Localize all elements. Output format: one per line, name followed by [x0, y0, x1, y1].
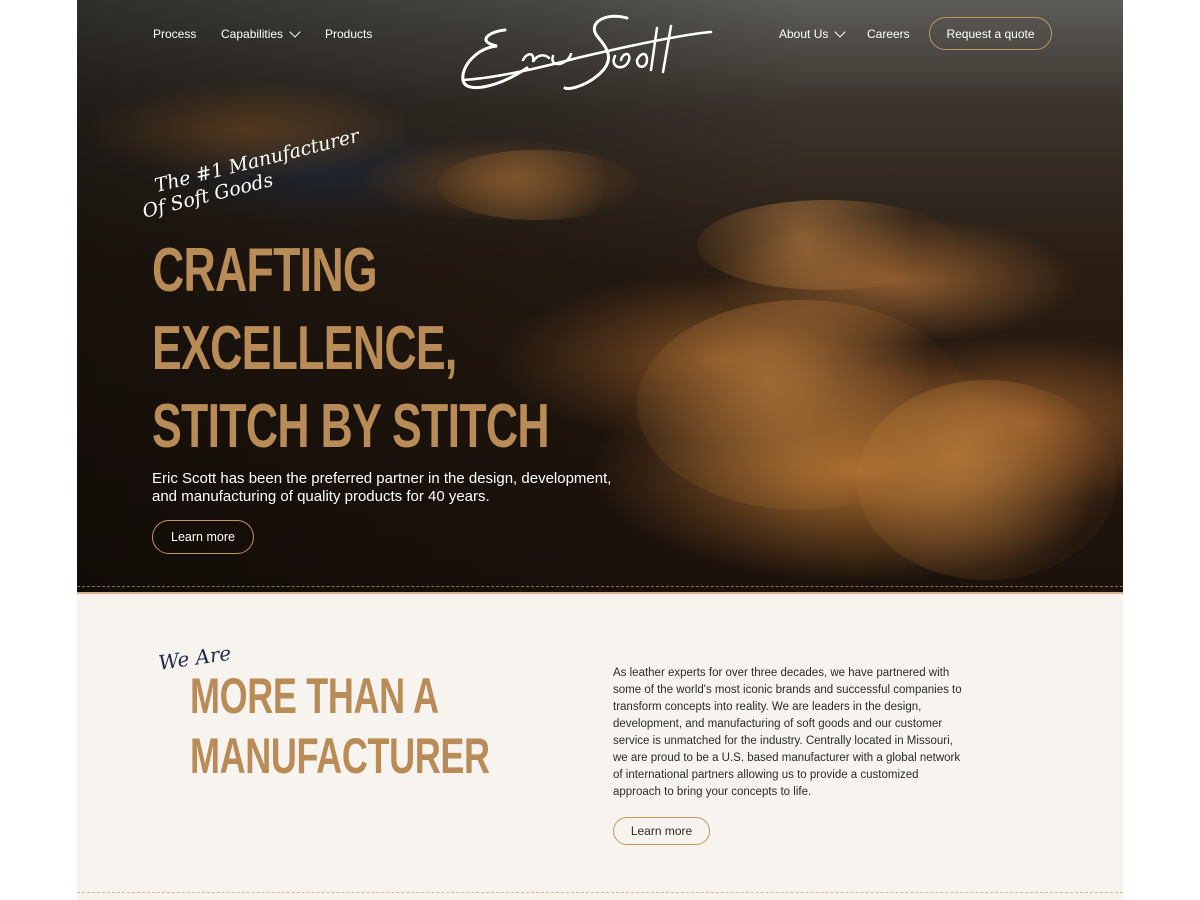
nav-process[interactable]: Process: [153, 27, 196, 41]
hero-title-line-1: CRAFTING: [152, 236, 378, 305]
hero-subtitle: Eric Scott has been the preferred partne…: [152, 470, 612, 505]
nav-about-us[interactable]: About Us: [779, 26, 847, 41]
about-title: MORE THAN A MANUFACTURER: [190, 666, 490, 786]
eric-scott-logo[interactable]: [457, 8, 717, 96]
about-section: We Are MORE THAN A MANUFACTURER As leath…: [77, 592, 1123, 900]
request-quote-button[interactable]: Request a quote: [929, 17, 1052, 50]
about-title-line-2: MANUFACTURER: [190, 728, 490, 784]
nav-careers-label: Careers: [867, 27, 910, 41]
chevron-down-icon: [834, 26, 847, 38]
page: Process Capabilities Products About Us C…: [77, 0, 1123, 900]
chevron-down-icon: [289, 26, 301, 38]
nav-capabilities-label: Capabilities: [221, 27, 284, 41]
hero-section: Process Capabilities Products About Us C…: [77, 0, 1123, 592]
nav-capabilities[interactable]: Capabilities: [221, 26, 301, 41]
hero-learn-more-button[interactable]: Learn more: [152, 520, 254, 554]
request-quote-label: Request a quote: [946, 26, 1035, 41]
main-nav: Process Capabilities Products About Us C…: [77, 0, 1123, 90]
about-title-line-1: MORE THAN A: [190, 668, 439, 724]
about-learn-more-button[interactable]: Learn more: [613, 817, 710, 845]
hero-title-line-2: EXCELLENCE,: [152, 314, 457, 383]
about-body-text: As leather experts for over three decade…: [613, 667, 962, 798]
nav-about-label: About Us: [779, 27, 829, 41]
hero-title-line-3: STITCH BY STITCH: [152, 392, 550, 461]
about-learn-more-label: Learn more: [630, 824, 693, 838]
stitch-divider: [77, 892, 1123, 893]
hero-title: CRAFTING EXCELLENCE, STITCH BY STITCH: [152, 232, 550, 466]
stitch-divider: [77, 586, 1123, 587]
nav-careers[interactable]: Careers: [867, 27, 910, 41]
nav-products[interactable]: Products: [325, 27, 372, 41]
nav-products-label: Products: [325, 27, 373, 41]
nav-process-label: Process: [153, 27, 197, 41]
hero-learn-more-label: Learn more: [171, 530, 235, 544]
